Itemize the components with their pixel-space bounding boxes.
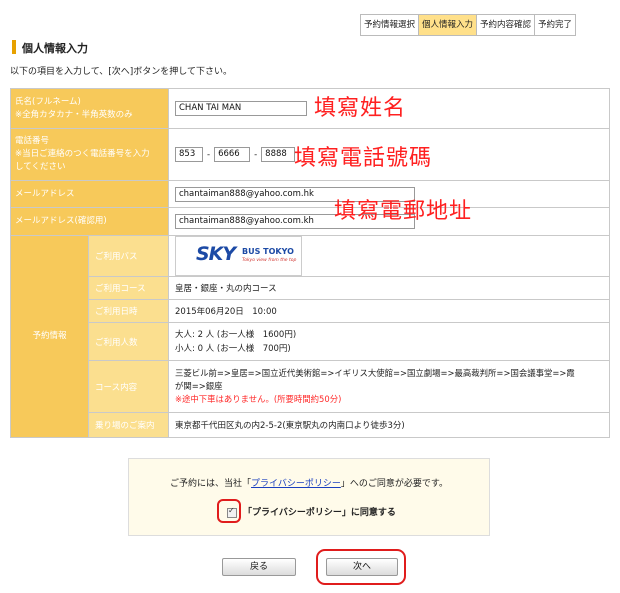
boarding-row: 乗り場のご案内 東京都千代田区丸の内2-5-2(東京駅丸の内南口より徒歩3分) (11, 412, 610, 438)
date-row: ご利用日時 2015年06月20日 10:00 (11, 299, 610, 323)
checkbox-highlight-ring (217, 499, 241, 523)
back-button[interactable]: 戻る (222, 558, 296, 576)
privacy-agree-label: 「プライバシーポリシー」に同意する (243, 508, 396, 518)
next-button-highlight-ring (316, 549, 406, 585)
phone-dash-2: - (254, 149, 258, 160)
privacy-text-after: 」へのご同意が必要です。 (340, 479, 448, 489)
people-label: ご利用人数 (88, 322, 169, 361)
name-label-line1: 氏名(フルネーム) (15, 96, 81, 107)
privacy-text: ご予約には、当社「プライバシーポリシー」へのご同意が必要です。 (129, 476, 489, 489)
people-row: ご利用人数 大人: 2 人 (お一人様 1600円) 小人: 0 人 (お一人様… (11, 322, 610, 361)
boarding-value: 東京都千代田区丸の内2-5-2(東京駅丸の内南口より徒歩3分) (168, 412, 610, 438)
phone-dash-1: - (207, 149, 211, 160)
privacy-agree[interactable]: 「プライバシーポリシー」に同意する (227, 505, 396, 518)
route-note: ※途中下車はありません。(所要時間約50分) (175, 394, 342, 404)
boarding-label: 乗り場のご案内 (88, 412, 169, 438)
annotation-name: 填寫姓名 (314, 96, 407, 121)
privacy-policy-link[interactable]: プライバシーポリシー (251, 479, 341, 489)
name-input[interactable]: CHAN TAI MAN (175, 101, 307, 116)
page-title: 個人情報入力 (22, 42, 88, 55)
logo-tagline: Tokyo view from the top (242, 258, 297, 263)
logo-sky-text: SKY (196, 243, 236, 265)
bus-value-cell: SKY BUS TOKYO Tokyo view from the top (168, 235, 610, 277)
content-label: コース内容 (88, 360, 169, 413)
name-label: 氏名(フルネーム) ※全角カタカナ・半角英数のみ (10, 88, 169, 129)
course-value: 皇居・銀座・丸の内コース (168, 276, 610, 300)
name-label-line2: ※全角カタカナ・半角英数のみ (15, 109, 133, 120)
phone-label-line3: してください (15, 162, 66, 172)
logo-bus-text: BUS TOKYO (242, 247, 294, 256)
route-line-1: 三菱ビル前=>皇居=>国立近代美術館=>イギリス大使館=>国立劇場=>最高裁判所… (175, 368, 575, 378)
step-complete: 予約完了 (535, 15, 576, 35)
phone-label-line2: ※当日ご連絡のつく電話番号を入力 (15, 149, 150, 159)
title-accent-bar (12, 40, 16, 54)
annotation-phone: 填寫電話號碼 (294, 146, 433, 171)
date-value: 2015年06月20日 10:00 (168, 299, 610, 323)
name-row: 氏名(フルネーム) ※全角カタカナ・半角英数のみ CHAN TAI MAN (10, 88, 610, 129)
progress-steps: 予約情報選択 個人情報入力 予約内容確認 予約完了 (360, 14, 577, 36)
phone-label-line1: 電話番号 (15, 136, 50, 146)
email-confirm-row: メールアドレス(確認用) chantaiman888@yahoo.com.kh (10, 207, 610, 236)
step-confirm: 予約内容確認 (477, 15, 536, 35)
date-label: ご利用日時 (88, 299, 169, 323)
phone-input-1[interactable]: 853 (175, 147, 203, 162)
course-row: ご利用コース 皇居・銀座・丸の内コース (11, 276, 610, 300)
privacy-box: ご予約には、当社「プライバシーポリシー」へのご同意が必要です。 「プライバシーポ… (128, 458, 490, 536)
instruction-text: 以下の項目を入力して、[次へ]ボタンを押して下さい。 (10, 67, 233, 77)
phone-input-3[interactable]: 8888 (261, 147, 296, 162)
bus-row: 予約情報 ご利用バス SKY BUS TOKYO Tokyo view from… (10, 235, 610, 438)
booking-info-label: 予約情報 (10, 235, 89, 438)
step-select: 予約情報選択 (361, 15, 420, 35)
people-value-cell: 大人: 2 人 (お一人様 1600円) 小人: 0 人 (お一人様 700円) (168, 322, 610, 361)
email-row: メールアドレス chantaiman888@yahoo.com.hk (10, 180, 610, 208)
adult-count: 大人: 2 人 (お一人様 1600円) (175, 329, 297, 340)
bus-label: ご利用バス (88, 235, 169, 277)
skybus-logo: SKY BUS TOKYO Tokyo view from the top (175, 236, 302, 276)
annotation-email: 填寫電郵地址 (334, 199, 473, 224)
content-value-cell: 三菱ビル前=>皇居=>国立近代美術館=>イギリス大使館=>国立劇場=>最高裁判所… (168, 360, 610, 413)
email-label: メールアドレス (10, 180, 169, 208)
route-line-2: が関=>銀座 (175, 381, 223, 391)
phone-label: 電話番号 ※当日ご連絡のつく電話番号を入力 してください (10, 128, 169, 181)
privacy-text-before: ご予約には、当社「 (170, 479, 252, 489)
phone-input-2[interactable]: 6666 (214, 147, 251, 162)
email-confirm-label: メールアドレス(確認用) (10, 207, 169, 236)
course-label: ご利用コース (88, 276, 169, 300)
step-personal-info: 個人情報入力 (419, 15, 478, 35)
child-count: 小人: 0 人 (お一人様 700円) (175, 343, 291, 354)
content-row: コース内容 三菱ビル前=>皇居=>国立近代美術館=>イギリス大使館=>国立劇場=… (11, 360, 610, 413)
